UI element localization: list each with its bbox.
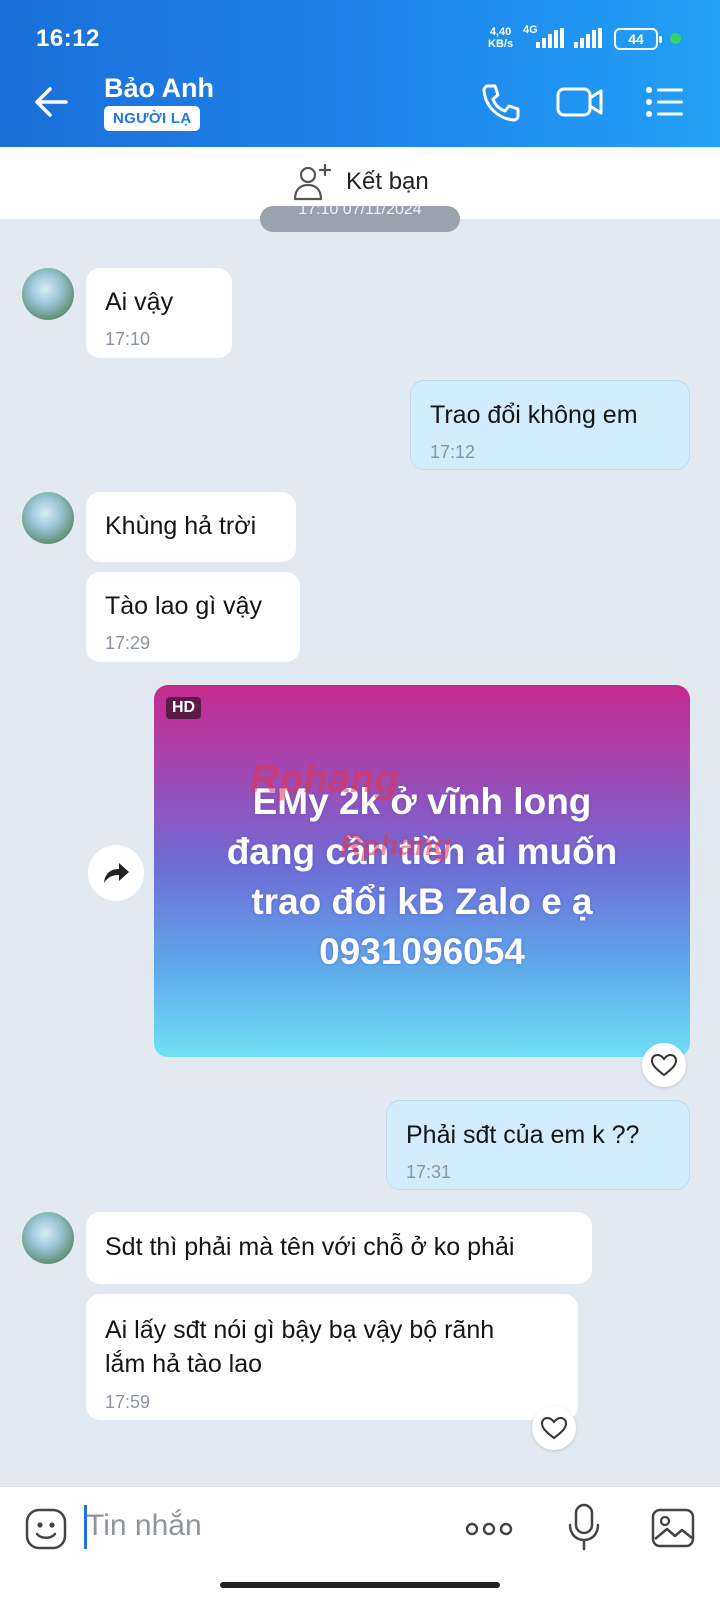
message-bubble[interactable]: Khùng hả trời: [86, 492, 296, 562]
message-time: 17:31: [406, 1162, 452, 1182]
battery-indicator: 44: [614, 28, 662, 50]
network-speed: 4,40 KB/s: [488, 26, 513, 50]
avatar[interactable]: [22, 268, 74, 320]
image-caption: EMy 2k ở vĩnh long đang cần tiền ai muốn…: [154, 777, 690, 977]
signal-icon: [536, 28, 564, 48]
home-indicator: [220, 1582, 500, 1588]
status-dot: [670, 33, 681, 44]
status-time: 16:12: [36, 25, 100, 52]
message-time: 17:59: [105, 1392, 151, 1412]
message-text: Phải sđt của em k ??: [406, 1121, 640, 1149]
message-bubble[interactable]: Ai vậy 17:10: [86, 268, 232, 358]
message-time: 17:10: [105, 329, 151, 349]
contact-name[interactable]: Bảo Anh: [104, 73, 214, 104]
watermark: Rphang: [340, 829, 452, 862]
caption-line: trao đổi kB Zalo e ạ: [251, 881, 593, 922]
video-icon[interactable]: [556, 80, 604, 124]
message-text-line: Ai lấy sđt nói gì bậy bạ vậy bộ rãnh: [105, 1316, 495, 1344]
message-time: 17:12: [430, 442, 476, 462]
share-arrow-icon: [104, 863, 129, 883]
message-time: 17:29: [105, 633, 151, 653]
react-button[interactable]: [532, 1406, 576, 1450]
react-button[interactable]: [642, 1043, 686, 1087]
message-bubble-mine[interactable]: Trao đổi không em 17:12: [410, 380, 690, 470]
menu-list-icon[interactable]: [642, 80, 690, 124]
hd-label: HD: [166, 697, 202, 719]
avatar[interactable]: [22, 1212, 74, 1264]
date-divider: 17:10 07/11/2024: [260, 206, 460, 232]
message-input[interactable]: Tin nhắn: [86, 1509, 202, 1543]
message-bubble[interactable]: Tào lao gì vậy 17:29: [86, 572, 300, 662]
avatar[interactable]: [22, 492, 74, 544]
message-text: Trao đổi không em: [430, 401, 638, 429]
speed-value: 4,40: [489, 26, 512, 38]
message-bubble[interactable]: Ai lấy sđt nói gì bậy bạ vậy bộ rãnh lắm…: [86, 1294, 578, 1420]
message-bubble-mine[interactable]: Phải sđt của em k ?? 17:31: [386, 1100, 690, 1190]
message-text: Sdt thì phải mà tên với chỗ ở ko phải: [105, 1233, 515, 1261]
add-person-icon: [293, 163, 332, 201]
app-header: 16:12 4,40 KB/s 4G 44 Bảo Anh NGƯỜI LẠ: [0, 0, 720, 147]
back-arrow-icon[interactable]: [30, 80, 74, 124]
message-text: Tào lao gì vậy: [105, 592, 263, 620]
stranger-badge: NGƯỜI LẠ: [104, 106, 201, 131]
message-text-line: lắm hả tào lao: [105, 1350, 263, 1378]
more-dots-icon[interactable]: [464, 1509, 514, 1549]
phone-icon[interactable]: [476, 80, 524, 124]
add-friend-label: Kết bạn: [346, 168, 429, 195]
heart-icon: [650, 1053, 678, 1077]
signal-icon-2: [574, 28, 602, 48]
microphone-icon[interactable]: [566, 1503, 602, 1551]
image-message[interactable]: HD EMy 2k ở vĩnh long đang cần tiền ai m…: [154, 685, 690, 1057]
message-text: Khùng hả trời: [105, 512, 257, 540]
watermark: Rphang: [250, 757, 399, 801]
speed-unit: KB/s: [488, 38, 514, 50]
message-bubble[interactable]: Sdt thì phải mà tên với chỗ ở ko phải: [86, 1212, 592, 1284]
forward-button[interactable]: [88, 845, 144, 901]
gallery-icon[interactable]: [650, 1505, 696, 1551]
emoji-icon[interactable]: [24, 1507, 68, 1551]
caption-line: 0931096054: [319, 931, 525, 972]
message-text: Ai vậy: [105, 288, 174, 316]
date-divider-text: 17:10 07/11/2024: [298, 206, 422, 218]
heart-icon: [540, 1416, 568, 1440]
status-bar: 16:12 4,40 KB/s 4G 44: [0, 0, 720, 58]
caption-line: EMy 2k ở vĩnh long: [252, 781, 592, 822]
